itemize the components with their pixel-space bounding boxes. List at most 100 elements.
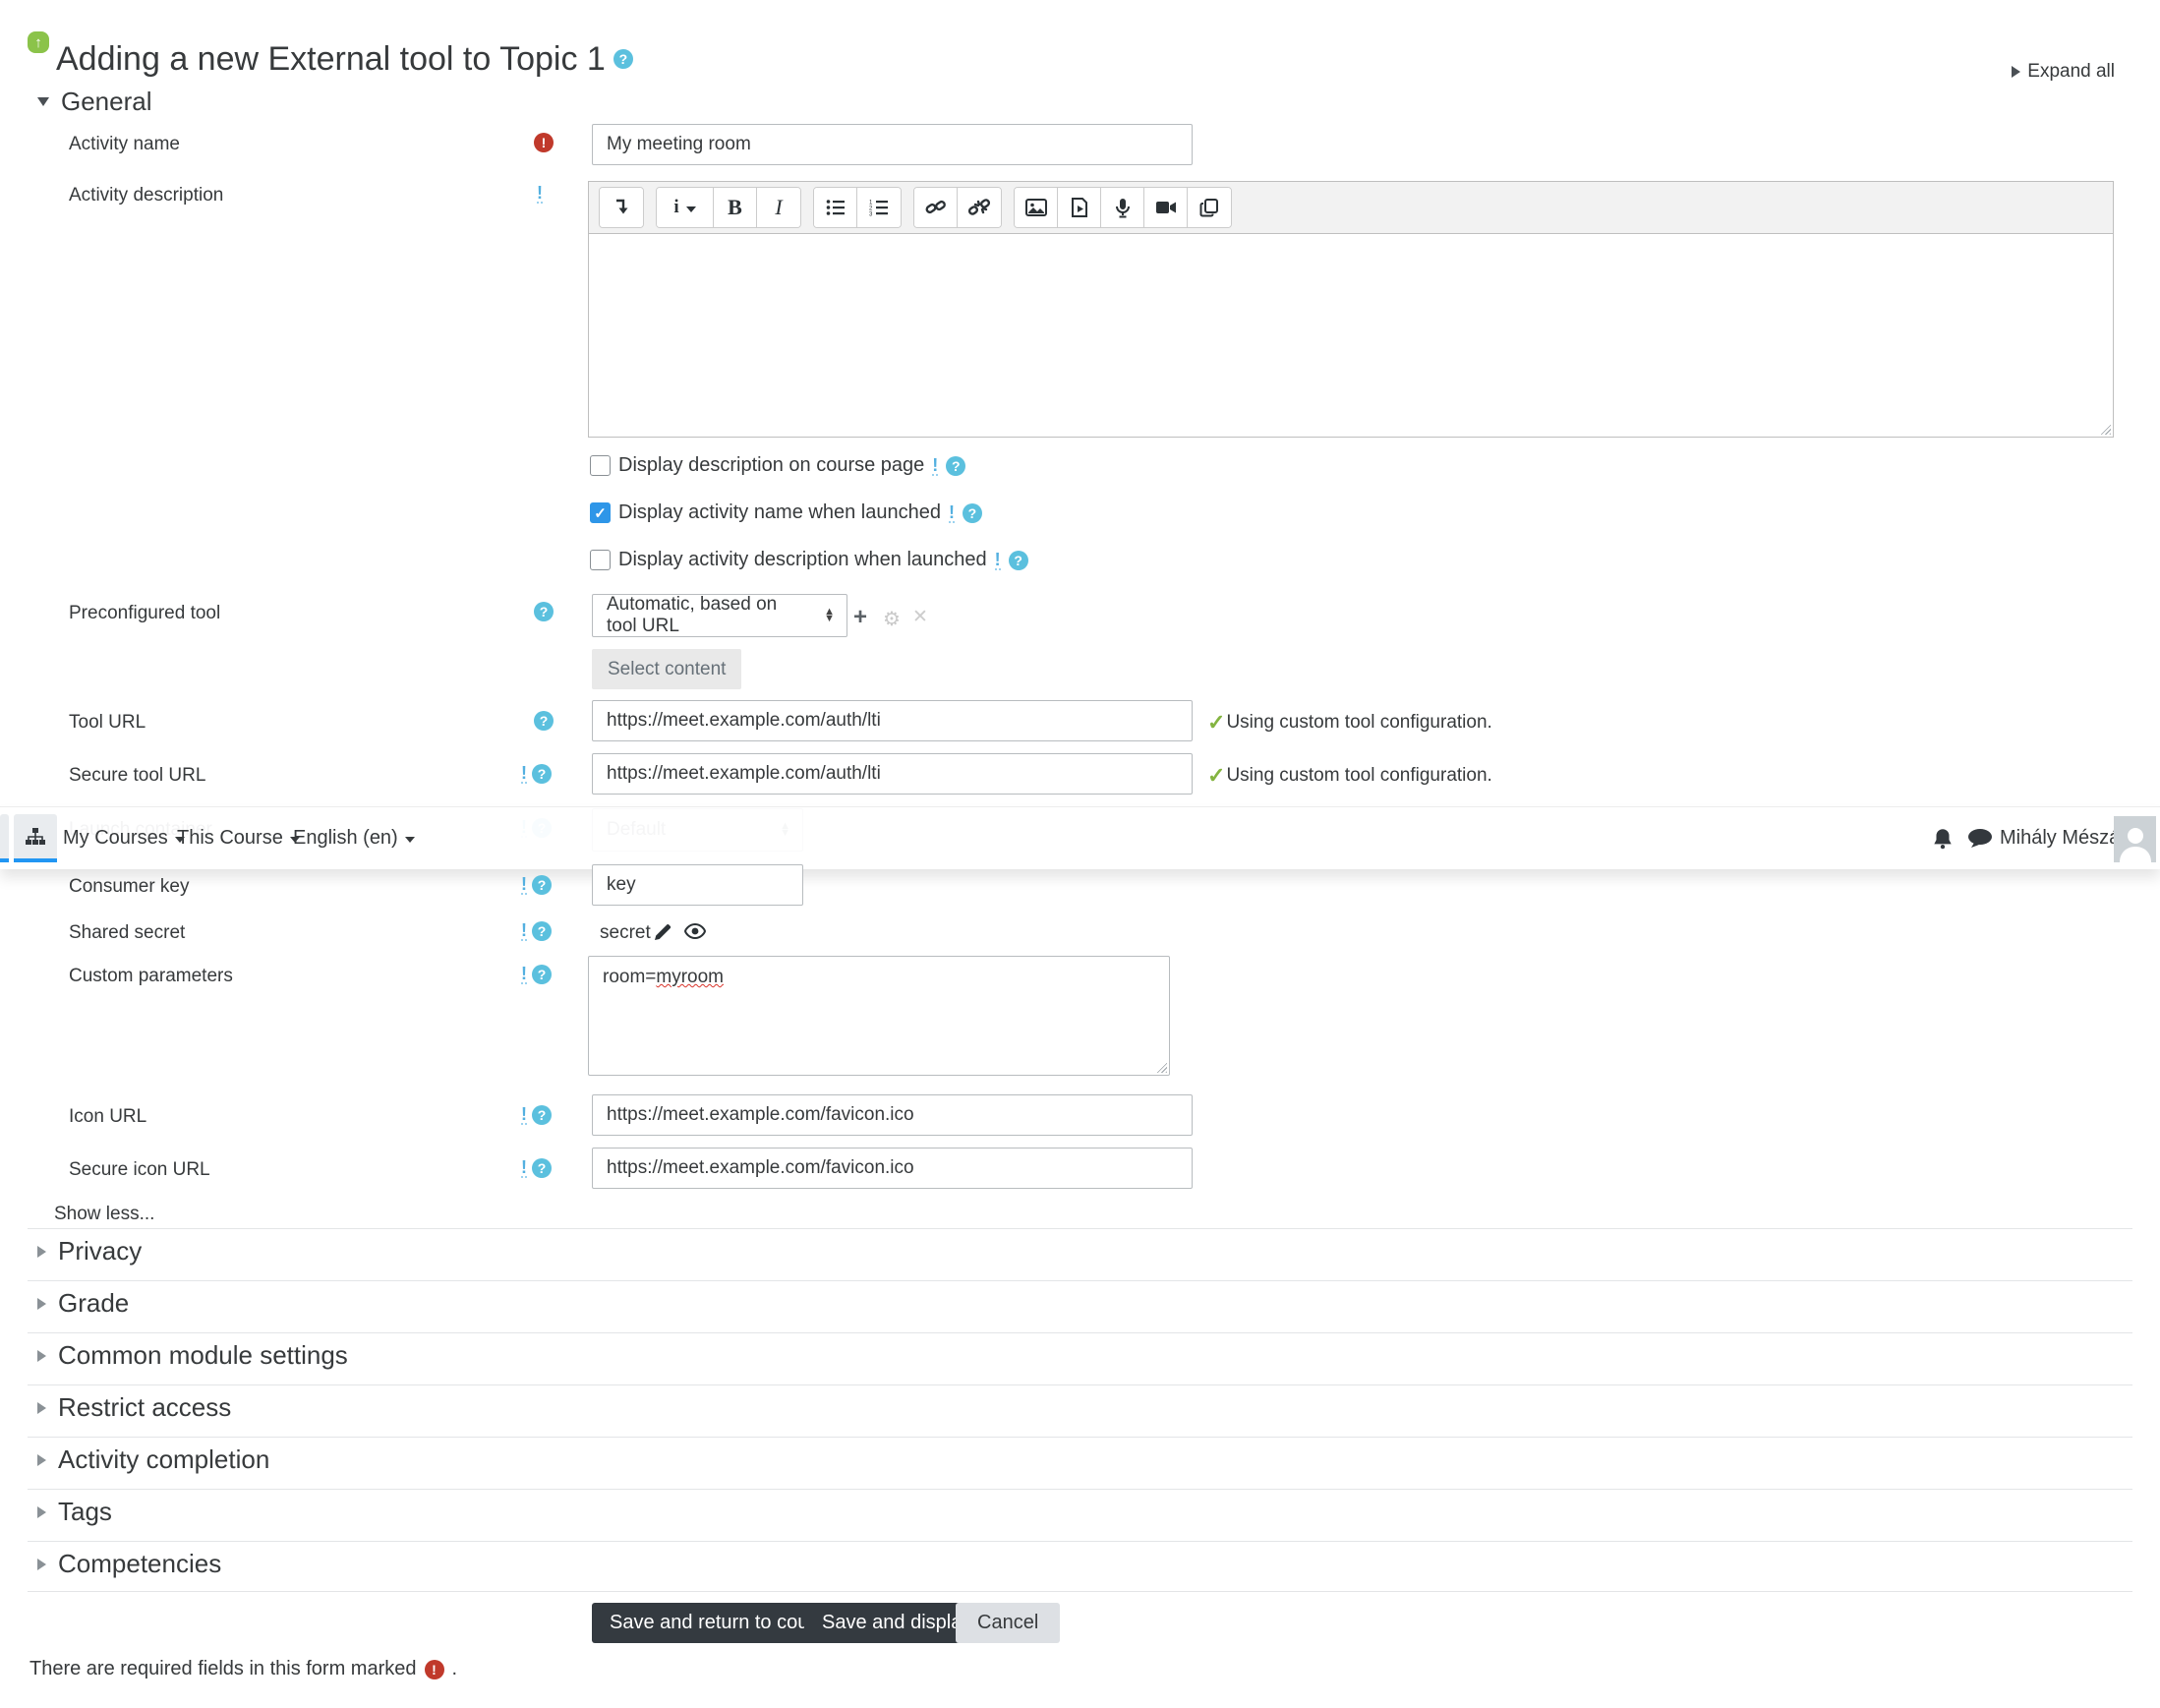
section-privacy-header[interactable]: Privacy (37, 1236, 142, 1266)
help-icon[interactable]: ? (532, 1158, 552, 1178)
secure-icon-url-input[interactable] (592, 1148, 1193, 1189)
display-activity-description-row: Display activity description when launch… (590, 549, 1028, 571)
preconfigured-tool-select[interactable]: Automatic, based on tool URL ▲ ▼ (592, 594, 847, 637)
image-icon (1024, 199, 1047, 216)
tool-url-label: Tool URL (69, 712, 146, 733)
info-exclamation-icon[interactable]: ! (521, 764, 527, 784)
site-navigation-tab[interactable] (14, 814, 57, 862)
divider (28, 1591, 2132, 1592)
help-icon[interactable]: ? (532, 921, 552, 941)
svg-text:3: 3 (869, 212, 873, 217)
select-content-button[interactable]: Select content (592, 649, 742, 689)
nav-my-courses[interactable]: My Courses (63, 807, 185, 869)
messages-button[interactable] (1966, 807, 1994, 869)
eye-icon (683, 922, 707, 940)
info-exclamation-icon[interactable]: ! (994, 551, 1001, 570)
help-icon[interactable]: ? (534, 602, 554, 621)
display-description-row: Display description on course page ! ? (590, 454, 966, 477)
help-icon[interactable]: ? (532, 875, 552, 895)
ordered-list-icon: 123 (869, 201, 888, 217)
sitemap-icon (26, 827, 45, 845)
consumer-key-input[interactable] (592, 864, 803, 906)
select-arrows-icon: ▲ ▼ (824, 606, 835, 624)
expand-all-link[interactable]: Expand all (2012, 61, 2115, 83)
video-camera-icon (1155, 202, 1176, 213)
insert-image-button[interactable] (1015, 188, 1058, 227)
info-exclamation-icon[interactable]: ! (521, 1158, 527, 1178)
help-icon[interactable]: ? (532, 764, 552, 784)
display-description-checkbox[interactable] (590, 455, 611, 476)
section-general-header[interactable]: General (37, 87, 152, 117)
help-icon[interactable]: ? (946, 455, 966, 476)
preconfigured-tool-value: Automatic, based on tool URL (607, 594, 778, 636)
insert-media-button[interactable] (1058, 188, 1101, 227)
record-video-button[interactable] (1144, 188, 1188, 227)
nav-language[interactable]: English (en) (293, 807, 415, 869)
add-tool-icon[interactable]: + (853, 604, 867, 631)
show-secret-button[interactable] (683, 922, 707, 944)
collapse-arrow-icon (37, 97, 49, 106)
link-button[interactable] (914, 188, 958, 227)
section-activity-completion-header[interactable]: Activity completion (37, 1444, 269, 1475)
section-restrict-access-header[interactable]: Restrict access (37, 1392, 231, 1423)
info-exclamation-icon[interactable]: ! (521, 1105, 527, 1125)
checkbox-label: Display activity description when launch… (618, 549, 987, 570)
section-grade-header[interactable]: Grade (37, 1288, 129, 1319)
divider (28, 1437, 2132, 1438)
check-icon: ✓ (1207, 763, 1226, 788)
info-exclamation-icon[interactable]: ! (948, 503, 955, 523)
help-icon[interactable]: ? (1008, 550, 1028, 570)
icon-url-label: Icon URL (69, 1106, 147, 1127)
info-exclamation-icon[interactable]: ! (521, 875, 527, 895)
preconfigured-tool-label: Preconfigured tool (69, 603, 221, 623)
italic-button[interactable]: I (757, 188, 800, 227)
display-activity-description-checkbox[interactable] (590, 550, 611, 570)
avatar[interactable] (2114, 816, 2156, 862)
collapsed-arrow-icon (37, 1453, 46, 1466)
collapsed-arrow-icon (37, 1505, 46, 1518)
custom-parameters-textarea[interactable]: room=myroom (588, 956, 1170, 1076)
info-exclamation-icon[interactable]: ! (932, 456, 939, 476)
record-audio-button[interactable] (1101, 188, 1144, 227)
collapse-toolbar-button[interactable] (600, 188, 643, 227)
secure-tool-url-label: Secure tool URL (69, 765, 206, 786)
activity-description-editor[interactable] (588, 233, 2114, 438)
tool-url-input[interactable] (592, 700, 1193, 741)
secure-icon-url-label: Secure icon URL (69, 1159, 210, 1180)
section-tags-header[interactable]: Tags (37, 1497, 112, 1527)
info-exclamation-icon[interactable]: ! (521, 965, 527, 984)
secure-tool-url-input[interactable] (592, 753, 1193, 795)
notifications-button[interactable] (1930, 807, 1956, 869)
manage-files-button[interactable] (1188, 188, 1231, 227)
ordered-list-button[interactable]: 123 (857, 188, 901, 227)
collapsed-arrow-icon (37, 1401, 46, 1414)
section-competencies-header[interactable]: Competencies (37, 1549, 221, 1579)
paragraph-styles-button[interactable]: i (657, 188, 714, 227)
help-icon[interactable]: ? (534, 711, 554, 731)
show-less-link[interactable]: Show less... (54, 1204, 154, 1225)
help-icon[interactable]: ? (962, 502, 982, 523)
media-file-icon (1071, 198, 1087, 217)
icon-url-input[interactable] (592, 1094, 1193, 1136)
edit-secret-button[interactable] (653, 922, 672, 947)
display-activity-name-checkbox[interactable] (590, 502, 611, 523)
consumer-key-label: Consumer key (69, 876, 190, 897)
unlink-button[interactable] (958, 188, 1001, 227)
help-icon[interactable]: ? (532, 965, 552, 984)
cancel-button[interactable]: Cancel (956, 1603, 1061, 1643)
check-icon: ✓ (1207, 710, 1226, 735)
section-common-module-header[interactable]: Common module settings (37, 1340, 348, 1371)
info-exclamation-icon[interactable]: ! (537, 184, 543, 204)
title-help-icon[interactable]: ? (613, 49, 633, 70)
help-icon[interactable]: ? (532, 1105, 552, 1125)
pencil-icon (655, 924, 671, 940)
nav-this-course[interactable]: This Course (177, 807, 300, 869)
gear-icon: ⚙ (883, 609, 901, 630)
activity-name-input[interactable] (592, 124, 1193, 165)
activity-name-label: Activity name (69, 134, 180, 154)
collapsed-arrow-icon (37, 1349, 46, 1362)
nav-drawer-tab[interactable] (0, 814, 9, 862)
info-exclamation-icon[interactable]: ! (521, 921, 527, 941)
unordered-list-button[interactable] (814, 188, 857, 227)
bold-button[interactable]: B (714, 188, 757, 227)
